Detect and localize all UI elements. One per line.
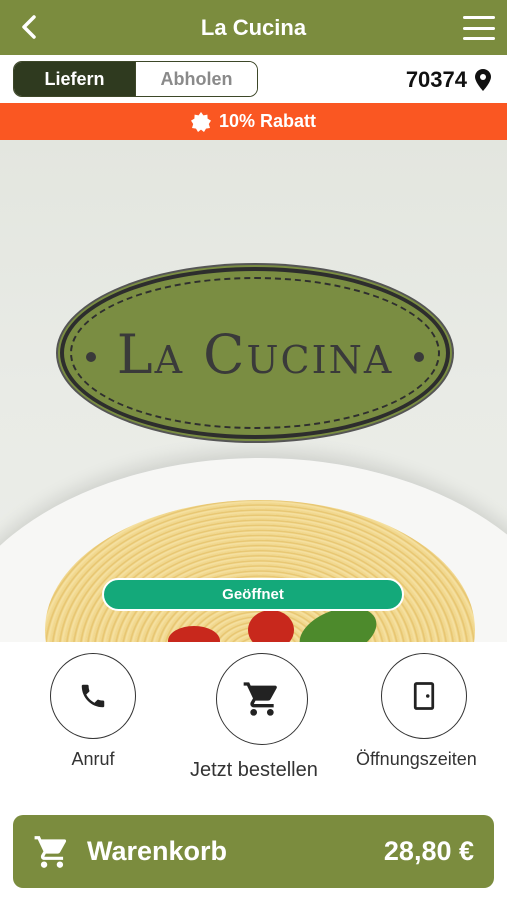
order-label: Jetzt bestellen <box>190 759 318 781</box>
map-pin-icon <box>475 69 491 91</box>
delivery-mode-toggle: Liefern Abholen <box>13 61 258 97</box>
order-button[interactable] <box>215 653 308 745</box>
call-label: Anruf <box>71 749 115 769</box>
mode-bar: Liefern Abholen 70374 <box>0 55 507 103</box>
hours-label: Öffnungszeiten <box>356 749 477 769</box>
cart-label: Warenkorb <box>87 836 228 866</box>
order-action[interactable]: Jetzt bestellen <box>190 653 318 782</box>
zip-code: 70374 <box>405 67 467 92</box>
restaurant-logo: La Cucina <box>60 267 450 439</box>
back-button[interactable] <box>14 12 44 42</box>
discount-text: 10% Rabatt <box>218 111 317 131</box>
deliver-option[interactable]: Liefern <box>14 62 135 96</box>
badge-icon <box>190 111 211 132</box>
page-title: La Cucina <box>200 15 307 40</box>
discount-banner[interactable]: 10% Rabatt <box>0 103 507 140</box>
cart-total: 28,80 € <box>383 836 474 866</box>
hours-button[interactable] <box>381 653 468 739</box>
phone-icon <box>81 684 105 708</box>
cart-icon <box>34 835 67 868</box>
logo-text: La Cucina <box>116 323 394 386</box>
app-header: La Cucina <box>0 0 507 55</box>
location-selector[interactable]: 70374 <box>406 67 491 93</box>
quick-actions: Anruf Jetzt bestellen Öffnungszeiten <box>0 642 507 802</box>
cart-button[interactable]: Warenkorb 28,80 € <box>13 815 494 888</box>
menu-button[interactable] <box>461 12 497 44</box>
restaurant-hero-image: La Cucina Geöffnet <box>0 140 507 642</box>
open-status-badge: Geöffnet <box>102 578 404 611</box>
cart-icon <box>243 682 277 716</box>
chevron-left-icon <box>22 15 36 39</box>
hamburger-menu-icon <box>463 16 495 19</box>
door-icon <box>414 682 435 710</box>
call-button[interactable] <box>50 653 136 739</box>
call-action[interactable]: Anruf <box>50 653 136 770</box>
pickup-option[interactable]: Abholen <box>135 62 257 96</box>
hours-action[interactable]: Öffnungszeiten <box>356 653 477 770</box>
